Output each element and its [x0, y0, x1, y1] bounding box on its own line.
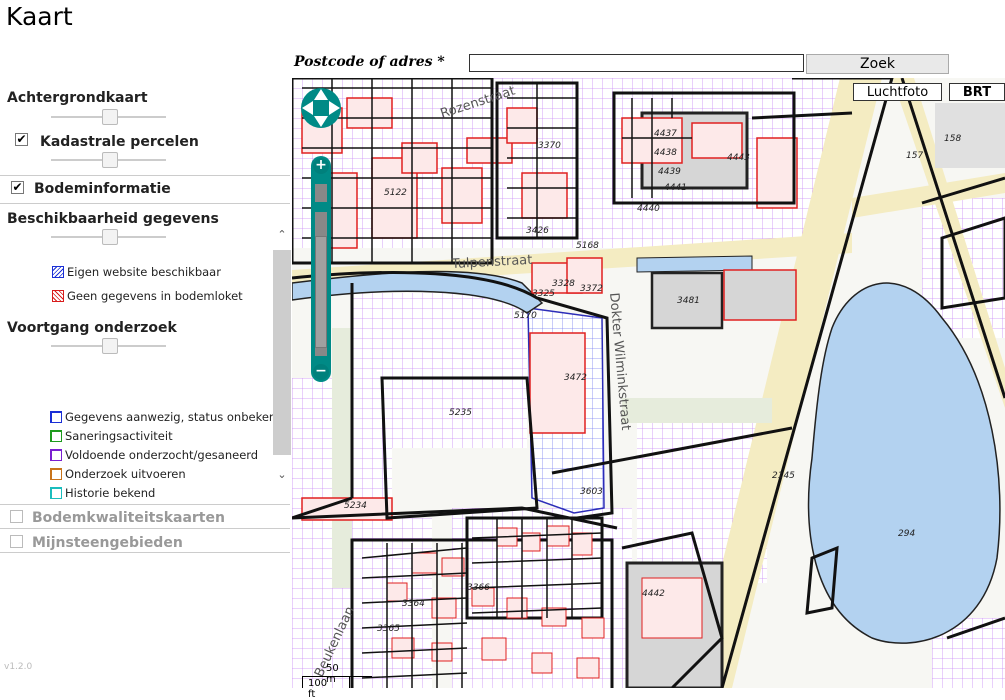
soil-quality-maps-label: Bodemkwaliteitskaarten [32, 510, 225, 526]
divider [0, 203, 290, 204]
legend-item: Gegevens aanwezig, status onbekend [50, 410, 273, 424]
divider [0, 552, 290, 553]
pan-control[interactable] [300, 86, 342, 130]
soil-info-label: Bodeminformatie [34, 181, 171, 197]
swatch-icon [50, 411, 62, 423]
brt-toggle[interactable]: BRT [949, 83, 1005, 101]
parcel-number: 5235 [449, 408, 472, 418]
parcel-number: 3328 [552, 279, 575, 289]
mine-areas-label: Mijnsteengebieden [32, 535, 183, 551]
background-map-title: Achtergrondkaart [7, 90, 148, 106]
cadastral-label: Kadastrale percelen [40, 134, 199, 150]
availability-title: Beschikbaarheid gegevens [7, 211, 219, 227]
slider-thumb[interactable] [102, 152, 118, 168]
legend-item: Voldoende onderzocht/gesaneerd [50, 448, 258, 462]
parcel-number: 3325 [532, 289, 555, 299]
parcel-number: 3372 [580, 284, 603, 294]
parcel-number: 4442 [642, 589, 665, 599]
parcel-number: 5234 [344, 501, 367, 511]
parcel-number: 3481 [677, 296, 700, 306]
hatch-swatch-icon [52, 266, 64, 278]
parcel-number: 294 [898, 529, 915, 539]
legend-item: Onderzoek uitvoeren [50, 467, 186, 481]
parcel-number: 157 [906, 151, 923, 161]
layer-sidebar: Achtergrondkaart ✔ Kadastrale percelen ✔… [0, 80, 292, 688]
progress-title: Voortgang onderzoek [7, 320, 177, 336]
search-label: Postcode of adres * [294, 54, 445, 70]
sidebar-scrollbar[interactable]: ⌃ ⌄ [273, 222, 291, 485]
swatch-icon [50, 449, 62, 461]
legend-item: Geen gegevens in bodemloket [52, 289, 243, 303]
parcel-number: 3426 [526, 226, 549, 236]
map-canvas[interactable]: Rozenstraat Tulpenstraat Dokter Wilminks… [292, 78, 1005, 688]
hatch-swatch-icon [52, 290, 64, 302]
parcel-number: 4440 [637, 204, 660, 214]
mine-areas-checkbox[interactable] [10, 535, 23, 548]
legend-item: Eigen website beschikbaar [52, 265, 221, 279]
chevron-up-icon[interactable]: ⌃ [273, 228, 291, 242]
progress-legend: Gegevens aanwezig, status onbekend Saner… [50, 410, 273, 505]
parcel-number: 3366 [467, 583, 490, 593]
zoom-bar[interactable]: + − [311, 156, 331, 382]
parcel-number: 5170 [514, 311, 537, 321]
search-button[interactable]: Zoek [806, 54, 949, 74]
slider-thumb[interactable] [102, 109, 118, 125]
parcel-number: 3472 [564, 373, 587, 383]
parcel-number: 3365 [377, 624, 400, 634]
divider [0, 175, 290, 176]
scrollbar-thumb[interactable] [273, 250, 291, 455]
map-svg: Rozenstraat Tulpenstraat Dokter Wilminks… [292, 78, 1005, 688]
divider [0, 528, 290, 529]
aerial-photo-toggle[interactable]: Luchtfoto [853, 83, 942, 101]
swatch-icon [50, 468, 62, 480]
chevron-down-icon[interactable]: ⌄ [273, 468, 291, 482]
availability-opacity-slider[interactable] [51, 229, 166, 245]
swatch-icon [50, 487, 62, 499]
address-search-input[interactable] [469, 54, 804, 72]
legend-item: Historie bekend [50, 486, 155, 500]
parcel-number: 5122 [384, 188, 407, 198]
legend-item: Saneringsactiviteit [50, 429, 173, 443]
parcel-number: 3364 [402, 599, 425, 609]
progress-opacity-slider[interactable] [51, 338, 166, 354]
soil-quality-maps-checkbox[interactable] [10, 510, 23, 523]
swatch-icon [50, 430, 62, 442]
divider [0, 504, 290, 505]
parcel-number: 4441 [664, 183, 687, 193]
parcel-number: 4437 [654, 129, 677, 139]
cadastral-opacity-slider[interactable] [51, 152, 166, 168]
soil-info-checkbox[interactable]: ✔ [11, 181, 24, 194]
slider-thumb[interactable] [102, 229, 118, 245]
scale-ft-label: 100 ft [308, 678, 328, 700]
parcel-number: 2145 [772, 471, 795, 481]
zoom-level-marker[interactable] [311, 202, 331, 212]
page-title: Kaart [6, 2, 73, 31]
scale-m-label: 50 m [326, 663, 339, 685]
version-label: v1.2.0 [4, 662, 33, 672]
cadastral-checkbox[interactable]: ✔ [15, 133, 28, 146]
parcel-number: 4443 [727, 153, 750, 163]
parcel-number: 5168 [576, 241, 599, 251]
parcel-number: 3370 [538, 141, 561, 151]
background-map-opacity-slider[interactable] [51, 109, 166, 125]
parcel-number: 3603 [580, 487, 603, 497]
zoom-in-icon[interactable]: + [313, 158, 329, 174]
parcel-number: 4438 [654, 148, 677, 158]
zoom-out-icon[interactable]: − [313, 364, 329, 380]
parcel-number: 158 [944, 134, 961, 144]
parcel-number: 4439 [658, 167, 681, 177]
slider-thumb[interactable] [102, 338, 118, 354]
